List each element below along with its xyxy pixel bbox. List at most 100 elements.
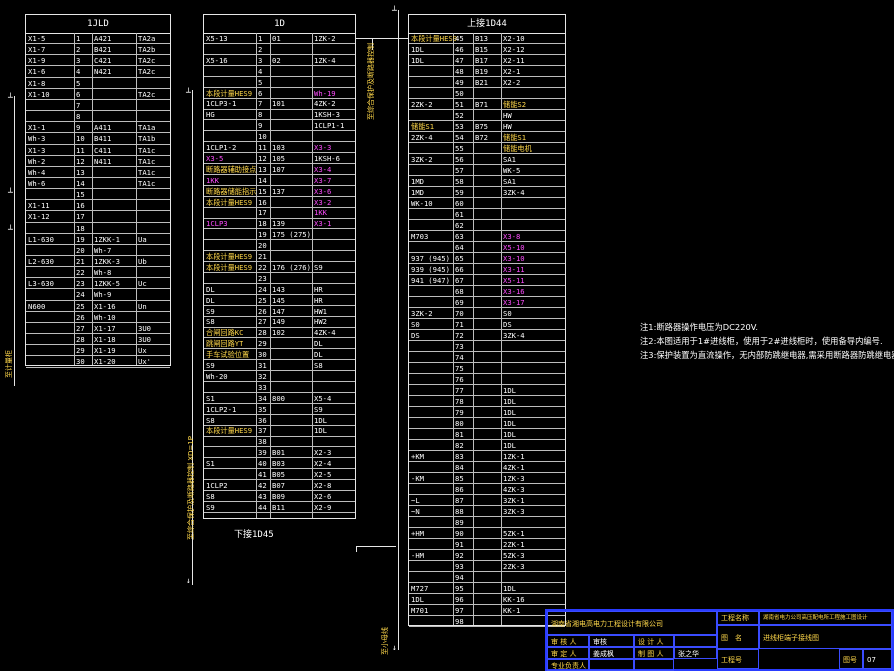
- terminal-row: Wh-4 13 TA1c: [26, 167, 170, 178]
- terminal-cell: 9: [258, 121, 263, 131]
- terminal-row: M701 97 KK-1: [409, 605, 565, 617]
- terminal-cell: 15: [76, 190, 85, 200]
- terminal-cell: X2-11: [503, 56, 525, 65]
- terminal-cell: 57: [455, 166, 464, 175]
- terminal-row: 29 X1-19 Ux: [26, 345, 170, 357]
- terminal-cell: 储能电机: [503, 144, 532, 153]
- terminal-row: 62: [409, 220, 565, 232]
- terminal-cell: 941 (947): [411, 276, 450, 285]
- terminal-cell: Ua: [138, 234, 147, 244]
- terminal-row: Wh-3 10 B411 TA1b: [26, 133, 170, 145]
- terminal-cell: 5: [258, 77, 263, 87]
- terminal-cell: 13: [76, 167, 85, 177]
- terminal-cell: 800: [272, 393, 285, 403]
- terminal-cell: X5-11: [503, 276, 525, 285]
- terminal-cell: 1KSH-3: [314, 110, 340, 120]
- terminal-row: 本段计量HES9 22 176 (276) S9: [204, 262, 355, 274]
- terminal-cell: 01: [272, 34, 281, 43]
- terminal-cell: 49: [455, 78, 464, 87]
- terminal-cell: 18: [258, 219, 267, 229]
- terminal-cell: 3ZK-2: [411, 309, 433, 318]
- terminal-cell: S8: [206, 491, 215, 501]
- terminal-cell: +KM: [411, 452, 424, 461]
- terminal-cell: 本段计量HES9: [411, 34, 458, 43]
- tb-project-label: 工程名称: [717, 611, 759, 625]
- terminal-cell: TA1c: [138, 167, 156, 177]
- terminal-cell: 1DL: [503, 419, 516, 428]
- terminal-cell: 32: [258, 371, 267, 381]
- terminal-row: 79 1DL: [409, 407, 565, 419]
- terminal-cell: 11: [258, 143, 267, 152]
- terminal-cell: HW1: [314, 306, 327, 316]
- terminal-cell: 91: [455, 540, 464, 549]
- terminal-cell: X3-8: [503, 232, 521, 241]
- terminal-cell: 18: [76, 223, 85, 233]
- vertical-label-mid: 至综合保护及断路器控制 XD=1P: [187, 436, 195, 540]
- terminal-row: 26 Wh-10: [26, 312, 170, 323]
- terminal-cell: 1ZKK-3: [94, 257, 120, 266]
- terminal-cell: 60: [455, 199, 464, 208]
- terminal-block-1d: 1D X5-13 1 01 1ZK-2 2 X5-16 3 02 1ZK-4 4 5 本段计量HES9…: [203, 14, 356, 540]
- terminal-row: ~L 87 3ZK-1: [409, 495, 565, 507]
- terminal-cell: 93: [455, 562, 464, 571]
- terminal-row: 27 X1-17 3U0: [26, 323, 170, 335]
- terminal-cell: 1ZK-3: [503, 474, 525, 483]
- terminal-cell: 42: [258, 480, 267, 490]
- terminal-cell: 2: [76, 45, 81, 55]
- terminal-cell: B411: [94, 134, 112, 144]
- terminal-cell: 本段计量HES9: [206, 88, 253, 98]
- tb-r2c4: 张之华: [674, 647, 717, 659]
- terminal-cell: 6: [258, 88, 263, 98]
- terminal-cell: 90: [455, 529, 464, 538]
- terminal-cell: -HM: [411, 551, 424, 560]
- terminal-cell: 6: [76, 89, 81, 99]
- terminal-cell: 64: [455, 243, 464, 252]
- terminal-cell: ~L: [411, 496, 420, 505]
- terminal-row: 93 2ZK-3: [409, 561, 565, 573]
- terminal-cell: TA2c: [138, 56, 156, 66]
- terminal-cell: X3-4: [314, 164, 332, 174]
- terminal-cell: 4ZK-3: [503, 485, 525, 494]
- terminal-cell: 80: [455, 419, 464, 428]
- terminal-row: 76: [409, 374, 565, 386]
- terminal-cell: B21: [475, 78, 488, 87]
- terminal-cell: +HM: [411, 529, 424, 538]
- terminal-cell: X1-6: [28, 67, 46, 77]
- terminal-row: 1MD 59 3ZK-4: [409, 187, 565, 199]
- terminal-cell: 本段计量HES9: [206, 252, 253, 261]
- terminal-cell: S8: [206, 415, 215, 425]
- terminal-row: N600 25 X1-16 Un: [26, 301, 170, 312]
- terminal-row: 3ZK-2 56 SA1: [409, 154, 565, 166]
- terminal-cell: S9: [314, 262, 323, 272]
- terminal-row: 941 (947) 67 X5-11: [409, 275, 565, 287]
- terminal-cell: 02: [272, 55, 281, 65]
- terminal-cell: X5-16: [206, 55, 228, 65]
- terminal-cell: 59: [455, 188, 464, 197]
- terminal-cell: 5ZK-3: [503, 551, 525, 560]
- terminal-cell: X3-16: [503, 287, 525, 296]
- terminal-cell: L1-630: [28, 234, 54, 244]
- tb-r3c4: 工程号: [717, 649, 759, 669]
- terminal-cell: 1: [258, 34, 263, 43]
- terminal-cell: DL: [314, 339, 323, 349]
- terminal-cell: 17: [258, 208, 267, 218]
- tb-r3c3: [634, 659, 674, 671]
- tb-r1c4: [674, 635, 717, 647]
- terminal-row: S0 71 DS: [409, 319, 565, 331]
- terminal-cell: 3ZK-2: [411, 155, 433, 164]
- terminal-row: 68 X3-16: [409, 286, 565, 298]
- terminal-row: 74: [409, 352, 565, 364]
- terminal-cell: X3-1: [314, 219, 332, 229]
- terminal-row: 4: [204, 66, 355, 77]
- terminal-cell: 1DL: [503, 430, 516, 439]
- terminal-cell: 1MD: [411, 188, 424, 197]
- terminal-cell: 52: [455, 111, 464, 120]
- ground-symbol-1: ┴: [8, 93, 13, 102]
- note-2: 注2:本图适用于1#进线柜，使用于2#进线柜时，使用备导内编号.: [640, 336, 883, 346]
- terminal-cell: 25: [258, 295, 267, 305]
- terminal-cell: 1DL: [314, 415, 327, 425]
- terminal-cell: 176 (276): [272, 262, 311, 272]
- terminal-cell: 27: [258, 317, 267, 327]
- terminal-row: 1MD 58 SA1: [409, 176, 565, 188]
- terminal-row: 91 2ZK-1: [409, 539, 565, 551]
